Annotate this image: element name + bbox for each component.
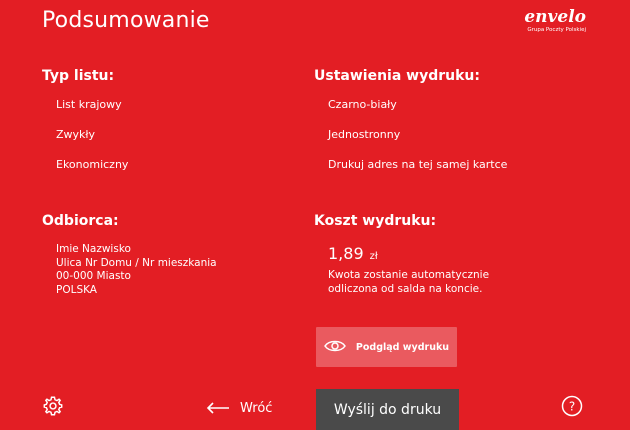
envelo-logo: envelo Grupa Poczty Polskiej <box>506 7 586 34</box>
cost-amount: 1,89 zł <box>328 244 378 263</box>
send-to-print-button[interactable]: Wyślij do druku <box>316 389 459 430</box>
svg-text:?: ? <box>569 400 575 414</box>
cost-heading: Koszt wydruku: <box>314 213 437 229</box>
back-button[interactable]: Wróć <box>206 397 272 419</box>
recipient-country: POLSKA <box>56 283 97 296</box>
recipient-heading: Odbiorca: <box>42 213 119 229</box>
arrow-left-icon <box>206 399 230 418</box>
recipient-city: 00-000 Miasto <box>56 270 131 282</box>
recipient-street: Ulica Nr Domu / Nr mieszkania <box>56 256 217 269</box>
letter-type-item: Ekonomiczny <box>56 158 129 171</box>
eye-icon <box>324 338 346 357</box>
print-setting-item: Jednostronny <box>328 128 401 141</box>
print-setting-item: Drukuj adres na tej samej kartce <box>328 158 508 171</box>
logo-wordmark: envelo <box>524 7 586 27</box>
preview-print-button[interactable]: Podgląd wydruku <box>316 327 457 367</box>
cost-value: 1,89 <box>328 244 364 263</box>
letter-type-item: List krajowy <box>56 98 122 111</box>
settings-button[interactable] <box>42 395 64 421</box>
cost-currency: zł <box>369 251 378 262</box>
send-to-print-label: Wyślij do druku <box>333 401 442 418</box>
print-settings-heading: Ustawienia wydruku: <box>314 68 480 84</box>
page-title: Podsumowanie <box>42 8 210 33</box>
help-icon: ? <box>561 395 583 421</box>
help-button[interactable]: ? <box>561 395 583 421</box>
gear-icon <box>42 395 64 421</box>
recipient-name: Imie Nazwisko <box>56 243 131 255</box>
letter-type-item: Zwykły <box>56 128 96 141</box>
print-setting-item: Czarno-biały <box>328 98 397 111</box>
recipient-address: Imie Nazwisko Ulica Nr Domu / Nr mieszka… <box>56 243 217 297</box>
letter-type-heading: Typ listu: <box>42 68 115 84</box>
preview-print-label: Podgląd wydruku <box>355 341 450 353</box>
logo-subtitle: Grupa Poczty Polskiej <box>527 27 586 33</box>
back-label: Wróć <box>240 400 273 416</box>
cost-note: Kwota zostanie automatycznie odliczona o… <box>328 269 490 295</box>
